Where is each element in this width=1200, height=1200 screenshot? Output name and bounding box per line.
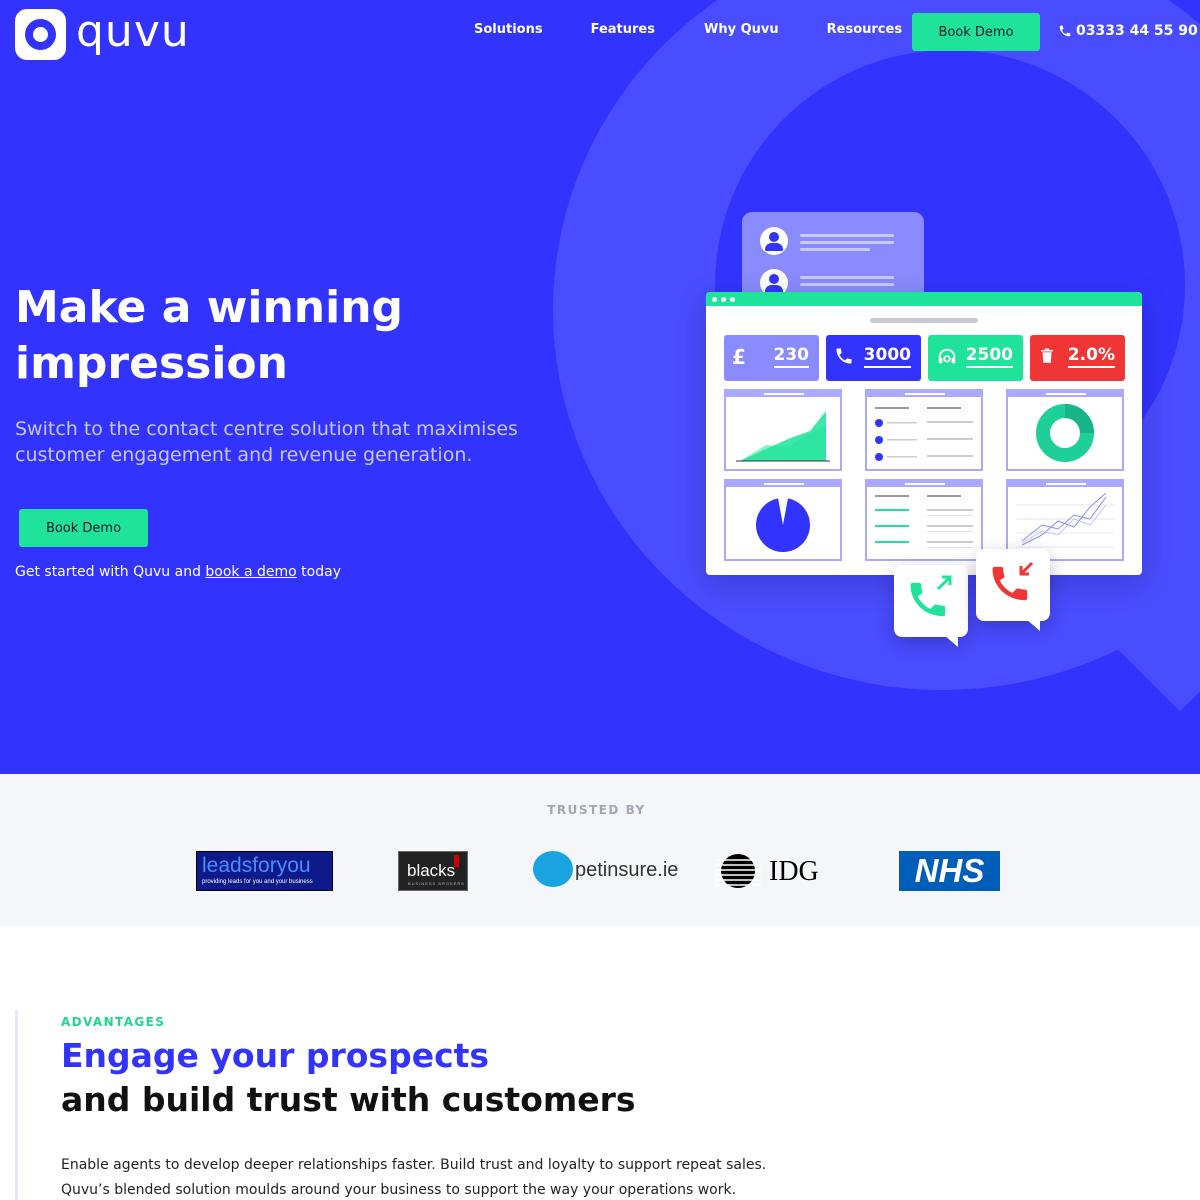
petinsure-logo-badge-icon [533,851,573,887]
hero-section: quvu Solutions Features Why Quvu Resourc… [0,0,1200,774]
idg-globe-icon [715,854,761,888]
phone-icon [834,346,854,370]
contact-line [800,276,894,279]
leadsforyou-logo-name: leadsforyou [202,854,311,877]
stat-value: 3000 [863,345,911,368]
trusted-by-section: TRUSTED BY leadsforyou providing leads f… [0,774,1200,926]
contact-line [800,234,894,237]
window-dot-icon [730,297,735,302]
quvu-logo[interactable]: quvu [15,9,190,60]
contact-line [800,248,870,251]
advantages-body: Enable agents to develop deeper relation… [61,1157,767,1198]
blacks-logo-flag-icon [454,855,459,867]
list-icon [875,407,973,461]
table-panel [865,479,983,561]
window-dot-icon [721,297,726,302]
hero-title: Make a winning impression [15,282,404,389]
nav-link-why-quvu[interactable]: Why Quvu [704,22,779,37]
blacks-logo-tagline: BUSINESS BROKERS [408,881,465,886]
area-chart-panel [724,389,842,471]
missed-call-icon [992,561,1034,601]
stat-value: 2500 [965,345,1013,368]
blacks-logo-name: blacks [407,861,456,880]
table-icon [875,495,973,548]
trash-icon [1038,346,1056,370]
nav-link-resources[interactable]: Resources [827,22,902,37]
pound-icon: £ [732,345,746,369]
idg-logo: IDG [713,852,831,890]
stat-value: 2.0% [1067,345,1115,368]
hero-cta-text: Get started with Quvu and book a demo to… [15,564,341,580]
quvu-logo-icon [15,9,66,60]
pie-chart-panel [724,479,842,561]
hero-subtitle: Switch to the contact centre solution th… [15,418,518,466]
top-navigation: quvu Solutions Features Why Quvu Resourc… [0,0,1200,64]
advantages-kicker: ADVANTAGES [61,1015,166,1029]
area-chart-icon [736,411,830,462]
nav-phone-number: 03333 44 55 90 [1076,23,1198,39]
dashboard-illustration: £ 230 3000 2500 2.0% [706,292,1142,575]
contacts-list-panel [865,389,983,471]
nav-links: Solutions Features Why Quvu Resources [474,22,950,37]
dashboard-title-bar [870,318,978,323]
outbound-call-icon [910,575,952,617]
stat-card-abandon-rate: 2.0% [1030,335,1125,381]
quvu-logo-text: quvu [76,5,190,57]
petinsure-logo-name: petinsure.ie [575,859,679,881]
donut-chart-icon [1036,404,1094,462]
stat-card-calls: 3000 [826,335,921,381]
outbound-call-bubble [894,565,968,647]
missed-call-bubble [976,549,1050,631]
nhs-logo: NHS [899,851,1000,891]
advantages-title-line1: Engage your prospects [61,1036,490,1075]
hero-cta-prefix: Get started with Quvu and [15,564,206,580]
hero-book-demo-link[interactable]: book a demo [205,564,296,580]
stat-card-revenue: £ 230 [724,335,819,381]
stat-card-agents: 2500 [928,335,1023,381]
blacks-logo: blacks BUSINESS BROKERS [398,851,468,891]
contact-line [800,241,894,244]
contact-line [800,283,894,286]
window-dot-icon [712,297,717,302]
trusted-by-label: TRUSTED BY [547,803,646,817]
leadsforyou-logo-tagline: providing leads for you and your busines… [202,879,313,885]
pie-chart-icon [756,497,810,552]
nhs-logo-name: NHS [914,852,985,889]
dashboard-window-bar [706,292,1142,306]
advantages-title-line2: and build trust with customers [61,1080,636,1119]
petinsure-logo: petinsure.ie [533,851,678,891]
leadsforyou-logo: leadsforyou providing leads for you and … [196,851,333,891]
donut-chart-panel [1006,389,1124,471]
nav-book-demo-button[interactable]: Book Demo [912,13,1040,51]
hero-book-demo-button[interactable]: Book Demo [19,509,148,547]
nav-phone-link[interactable]: 03333 44 55 90 [1058,23,1198,39]
nav-link-features[interactable]: Features [591,22,655,37]
hero-cta-suffix: today [296,564,341,580]
stat-value: 230 [773,345,809,368]
phone-icon [1059,25,1071,37]
contact-avatar-icon [760,227,788,255]
headset-icon [936,346,958,372]
advantages-accent-bar [15,1010,18,1200]
idg-logo-name: IDG [769,856,819,887]
nav-link-solutions[interactable]: Solutions [474,22,543,37]
